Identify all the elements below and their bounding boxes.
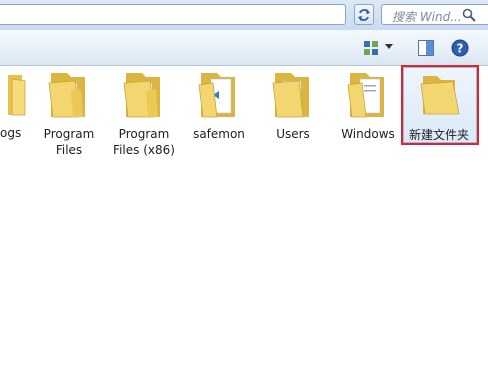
folder-item[interactable]: Users <box>257 69 329 169</box>
folder-item[interactable]: Windows <box>332 69 404 169</box>
preview-pane-icon[interactable] <box>418 40 434 56</box>
search-placeholder: 搜索 Wind... <box>392 10 462 24</box>
folder-item[interactable]: safemon <box>183 69 255 169</box>
refresh-button[interactable] <box>354 4 374 25</box>
change-view-icon[interactable] <box>363 40 379 56</box>
folder-icon <box>123 73 160 118</box>
folder-icon <box>198 73 235 118</box>
view-options-dropdown-icon[interactable] <box>385 44 393 50</box>
folder-label: safemon <box>193 127 245 141</box>
search-input[interactable]: 搜索 Wind... <box>381 4 488 25</box>
new-folder-item[interactable]: 新建文件夹 <box>405 70 477 170</box>
folder-icon <box>347 73 384 118</box>
folder-label: 新建文件夹 <box>408 128 469 142</box>
help-icon[interactable]: ? <box>451 39 469 57</box>
refresh-icon <box>358 8 370 21</box>
svg-text:?: ? <box>457 42 464 56</box>
folder-icon <box>8 75 26 116</box>
folder-icon <box>272 73 309 118</box>
folder-icon <box>420 76 460 115</box>
folder-item[interactable]: Program Files <box>33 69 105 169</box>
folder-label: ogs <box>0 126 22 140</box>
folder-item[interactable]: Program Files (x86) <box>108 69 180 169</box>
address-bar[interactable] <box>0 4 346 25</box>
folder-label: Program Files <box>43 127 95 157</box>
folder-label: Windows <box>341 127 395 141</box>
command-bar <box>0 30 488 66</box>
folder-label: Program Files (x86) <box>113 127 175 157</box>
search-icon[interactable] <box>462 8 476 22</box>
folder-label: Users <box>276 127 310 141</box>
address-bar-strip: 搜索 Wind... <box>0 0 488 30</box>
folder-icon <box>48 73 85 118</box>
